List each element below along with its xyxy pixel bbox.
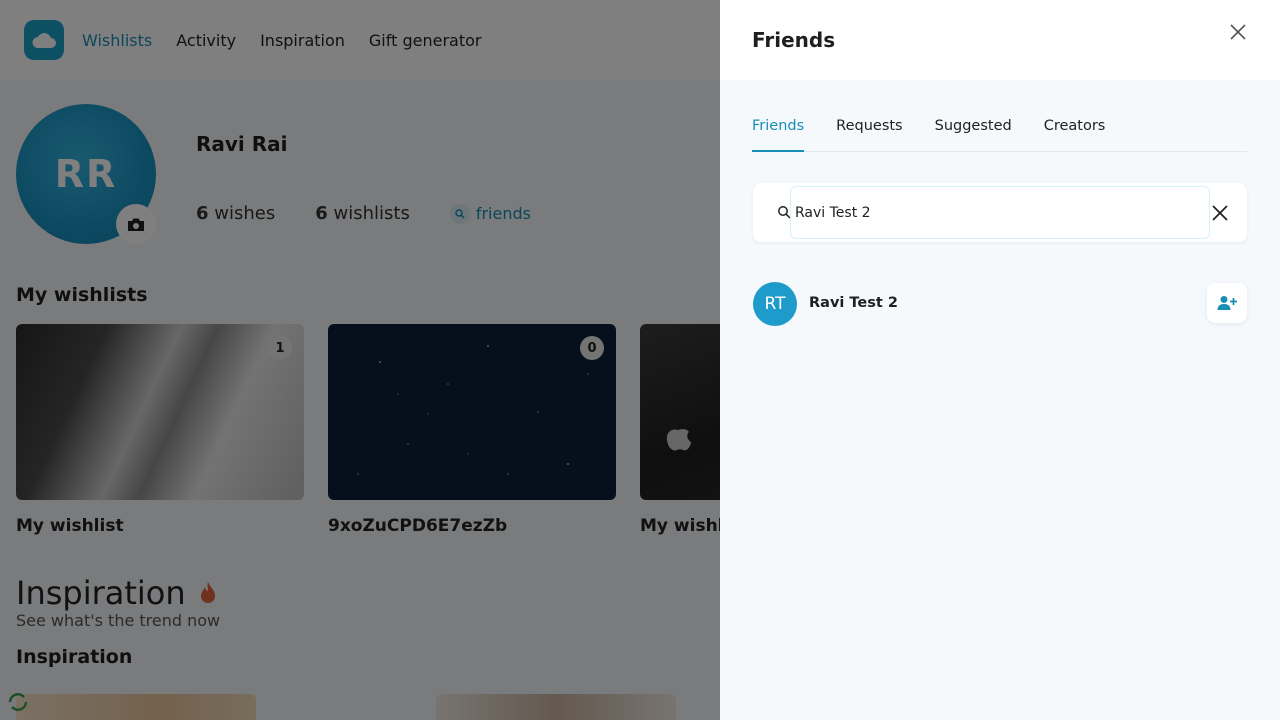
modal-backdrop[interactable] — [0, 0, 720, 720]
tab-requests[interactable]: Requests — [836, 118, 902, 152]
search-icon — [778, 206, 791, 219]
add-friend-button[interactable] — [1207, 283, 1247, 323]
friend-search-box — [753, 183, 1247, 242]
clear-search-icon[interactable] — [1209, 202, 1231, 224]
tab-creators[interactable]: Creators — [1044, 118, 1106, 152]
friends-tabs: Friends Requests Suggested Creators — [752, 118, 1247, 152]
list-item[interactable]: RT Ravi Test 2 — [753, 280, 1247, 328]
avatar: RT — [753, 282, 797, 326]
add-user-icon — [1217, 296, 1237, 310]
friends-drawer: Friends Friends Requests Suggested Creat… — [720, 0, 1280, 720]
tab-friends[interactable]: Friends — [752, 118, 805, 152]
drawer-header: Friends — [720, 0, 1280, 80]
drawer-title: Friends — [752, 28, 836, 52]
friend-search-input[interactable] — [790, 186, 1210, 239]
close-icon[interactable] — [1226, 20, 1250, 44]
tab-suggested[interactable]: Suggested — [935, 118, 1012, 152]
result-name: Ravi Test 2 — [809, 295, 898, 311]
